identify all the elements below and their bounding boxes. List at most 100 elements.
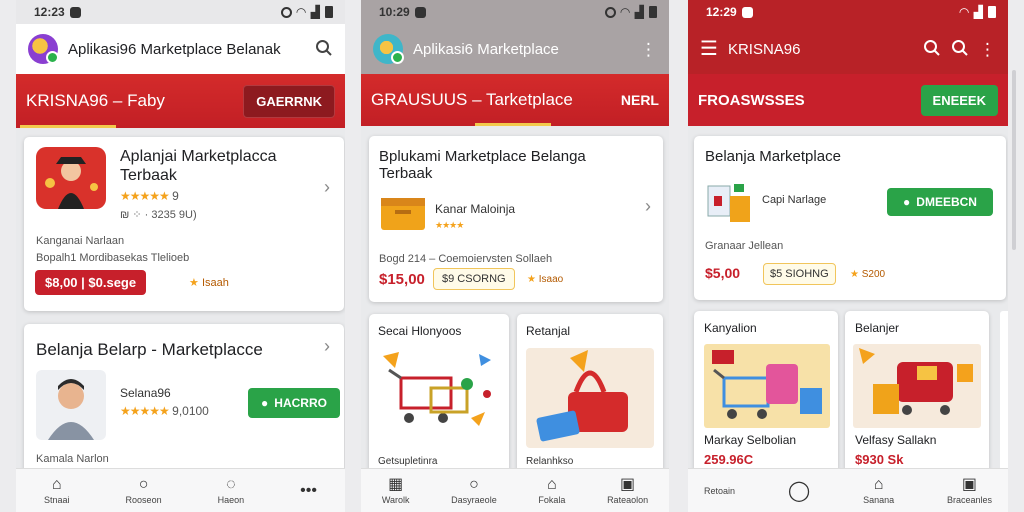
search-icon: ◯	[787, 479, 811, 502]
bottom-navigation: ▦ Warolk ○ Dasyraeole ⌂ Fokala ▣ Rateaolon	[361, 468, 669, 512]
nav-item-search[interactable]: ○ Dasyraeole	[451, 475, 497, 505]
search-icon[interactable]	[315, 39, 333, 60]
more-vert-icon[interactable]: ⋮	[979, 41, 996, 58]
category-tile[interactable]: Belanjer Velfasy Sallakn $930 Sk	[845, 311, 989, 473]
product-card[interactable]: Aplanjai Marketplacca Terbaak ★★★★★ 9 ₪ …	[24, 137, 344, 311]
nav-item-home[interactable]: ⌂ Fokala	[538, 475, 566, 505]
product-title: Bplukami Marketplace Belanga	[379, 148, 586, 165]
nav-item-home[interactable]: ⌂ Stnaai	[44, 475, 70, 505]
nav-item-account[interactable]: ▣ Rateaolon	[607, 475, 649, 505]
wifi-icon: ◠	[620, 5, 630, 19]
discount-pill[interactable]: $9 CSORNG	[433, 268, 515, 290]
nav-label: Retoain	[704, 485, 736, 496]
promo-right-label[interactable]: NERL	[621, 92, 659, 108]
product-description: Bogd 214 – Coemoiervsten Sollaeh	[379, 253, 553, 265]
notification-icon	[69, 6, 81, 18]
home-icon: ⌂	[547, 475, 557, 493]
category-tile[interactable]: Secai Hlonyoos Getsupletinra	[369, 314, 509, 474]
battery-icon	[325, 6, 333, 18]
nav-label: Dasyraeole	[451, 494, 497, 505]
scrollbar[interactable]	[1012, 70, 1016, 250]
nav-label: Braceanles	[946, 494, 992, 505]
tile-caption: Getsupletinra	[378, 456, 438, 467]
shopping-cart-illustration	[375, 348, 503, 440]
alarm-icon	[280, 6, 292, 18]
tile-title: Kanyalion	[704, 321, 757, 335]
install-button[interactable]: ● DMEEBCN	[887, 188, 993, 216]
install-button-label: DMEEBCN	[916, 195, 977, 209]
next-tile-peek	[1000, 311, 1008, 473]
rating-value: 9,0100	[172, 404, 209, 418]
category-tile[interactable]: Retanjal Relanhkso	[517, 314, 663, 474]
item-name: Capi Narlage	[762, 194, 827, 206]
nav-item-home[interactable]: ⌂ Sanana	[863, 476, 894, 505]
bottom-navigation: Retoain ◯ ⌂ Sanana ▣ Braceanles	[688, 468, 1008, 512]
luggage-illustration	[853, 344, 981, 428]
star-icon: ★	[850, 269, 859, 280]
price-button[interactable]: $8,00 | $0.sege	[35, 270, 147, 295]
search-icon[interactable]	[923, 39, 941, 60]
rating-stars: ★★★★★	[120, 189, 170, 203]
tag-icon: ●	[903, 195, 911, 209]
tile-price: 259.96C	[704, 452, 754, 467]
promo-button[interactable]: GAERRNK	[243, 84, 335, 118]
product-card-2[interactable]: Belanja Belarp - Marketplacce › Selana96…	[24, 324, 344, 474]
nav-label: Stnaai	[44, 494, 70, 505]
price-label: $15,00	[379, 271, 425, 288]
install-button[interactable]: ● HACRRO	[248, 388, 340, 418]
product-title: Aplanjai Marketplacca	[120, 148, 277, 165]
rating-stars: ★★★★★	[120, 404, 170, 418]
search-icon: ○	[469, 475, 479, 493]
tile-title: Retanjal	[526, 324, 571, 338]
battery-icon	[649, 6, 657, 18]
account-icon: ▣	[961, 475, 978, 493]
promo-button[interactable]: ENEEEK	[920, 84, 998, 116]
more-icon: •••	[300, 481, 317, 499]
wifi-icon: ◠	[296, 5, 306, 19]
bottom-navigation: ⌂ Stnaai ○ Rooseon ◌ Haeon •••	[16, 468, 345, 512]
nav-label: Haeon	[217, 494, 245, 505]
signal-icon: ▟	[634, 5, 644, 19]
search-icon-secondary[interactable]	[951, 39, 969, 60]
chevron-right-icon[interactable]: ›	[324, 336, 330, 357]
tile-title: Secai Hlonyoos	[378, 324, 462, 338]
nav-label: Rooseon	[125, 494, 162, 505]
product-title: Belanja Marketplace	[705, 148, 841, 165]
nav-item-chat[interactable]: ◌ Haeon	[217, 476, 245, 505]
product-card[interactable]: Belanja Marketplace Capi Narlage ● DMEEBC…	[694, 136, 1006, 300]
product-thumbnail	[36, 147, 106, 209]
nav-item-retain[interactable]: Retoain	[704, 486, 735, 496]
chevron-right-icon[interactable]: ›	[645, 196, 651, 217]
home-icon: ⌂	[51, 475, 62, 493]
discount-pill[interactable]: $5 SIOHNG	[763, 263, 836, 285]
product-card[interactable]: Bplukami Marketplace Belanga Terbaak Kan…	[369, 136, 663, 302]
rating-stars: ★★★★	[435, 220, 464, 230]
nav-label: Rateaolon	[607, 494, 649, 505]
seller-name: Kanganai Narlaan	[36, 235, 125, 247]
more-vert-icon[interactable]: ⋮	[640, 41, 657, 58]
app-title: Aplikasi6 Marketplace	[413, 40, 559, 58]
clock: 12:23	[34, 5, 65, 19]
tile-title: Belanjer	[855, 321, 900, 335]
promo-bar: FROASWSSES ENEEEK	[688, 74, 1008, 126]
nav-item-account[interactable]: ▣ Braceanles	[946, 475, 992, 505]
battery-icon	[988, 6, 996, 18]
product-title-line2: Terbaak	[379, 165, 433, 182]
shopping-cart-illustration	[704, 344, 830, 428]
phone-screen-3: 12:29 ◠ ▟ ☰ KRISNA96 ⋮ FROASWSSES ENEEEK …	[688, 0, 1008, 512]
nav-item-more[interactable]: •••	[300, 481, 317, 499]
promo-label: FROASWSSES	[698, 91, 805, 109]
account-icon: ▣	[620, 475, 636, 493]
tile-price: $930 Sk	[855, 452, 904, 467]
nav-item-search[interactable]: ○ Rooseon	[125, 476, 162, 505]
phone-screen-1: 12:23 ◠ ▟ Aplikasi96 Marketplace Belanak …	[16, 0, 345, 512]
category-tile[interactable]: Kanyalion Markay Selbolian 259.96C	[694, 311, 838, 473]
star-icon: ★	[527, 274, 536, 285]
chevron-right-icon[interactable]: ›	[324, 177, 330, 198]
app-title: KRISNA96	[727, 40, 801, 58]
nav-item-search[interactable]: ◯	[788, 481, 810, 501]
menu-icon[interactable]: ☰	[700, 39, 718, 59]
app-logo	[373, 34, 404, 64]
nav-label: Fokala	[538, 494, 566, 505]
nav-item-grid[interactable]: ▦ Warolk	[382, 476, 410, 505]
